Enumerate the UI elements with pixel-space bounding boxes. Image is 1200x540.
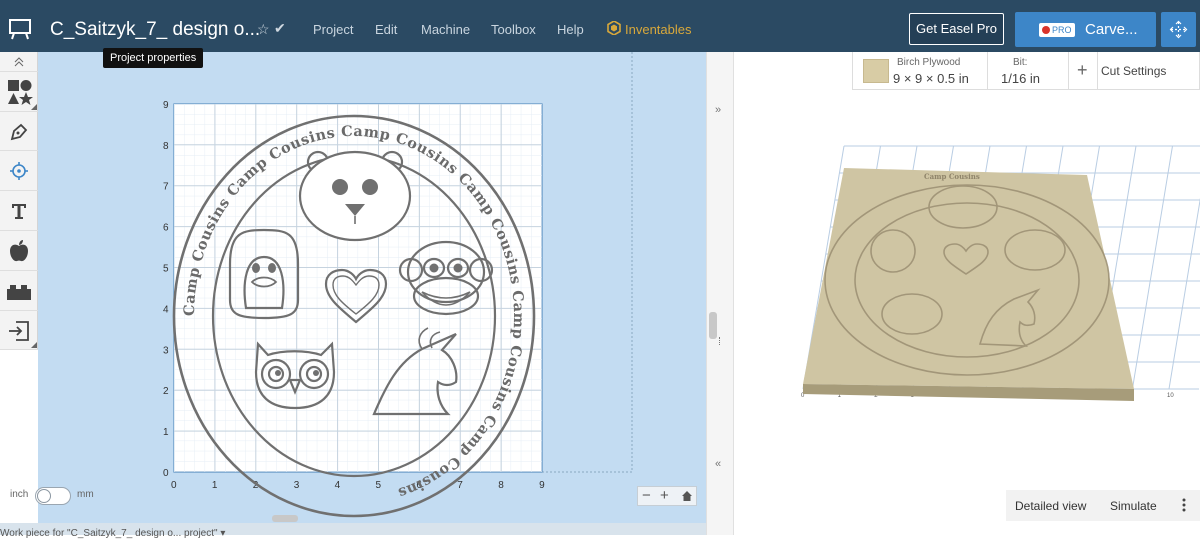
carve-button[interactable]: PRO Carve... <box>1015 12 1156 47</box>
material-name[interactable]: Birch Plywood <box>897 57 960 68</box>
x-tick-label: 9 <box>539 480 545 491</box>
collapse-tools-button[interactable] <box>0 52 38 72</box>
menu-inventables[interactable]: Inventables <box>625 22 692 37</box>
unit-label-inch: inch <box>10 489 29 500</box>
preview-ring-text: Camp Cousins <box>924 172 980 181</box>
zoom-out-button[interactable]: − <box>642 487 651 505</box>
y-tick-label: 1 <box>163 427 169 438</box>
divider-grip[interactable] <box>719 337 722 345</box>
expand-right-icon[interactable]: » <box>715 104 721 116</box>
horizontal-scroll-thumb[interactable] <box>272 515 298 522</box>
zoom-in-button[interactable]: + <box>660 487 669 505</box>
target-tool[interactable] <box>0 151 38 191</box>
design-canvas[interactable]: 0123456789 0123456789 Camp Cousins Camp … <box>38 52 706 523</box>
vertical-scroll-thumb[interactable] <box>709 312 717 339</box>
cut-settings-button[interactable]: Cut Settings <box>1101 64 1166 78</box>
check-icon: ✔ <box>274 20 286 36</box>
home-icon[interactable] <box>681 490 693 502</box>
y-tick-label: 8 <box>163 141 169 152</box>
x-tick-label: 8 <box>498 480 504 491</box>
material-size[interactable]: 9 × 9 × 0.5 in <box>893 71 969 86</box>
apps-tool[interactable] <box>0 231 38 271</box>
x-tick-label: 7 <box>457 480 463 491</box>
menu-edit[interactable]: Edit <box>375 22 397 37</box>
y-tick-label: 5 <box>163 264 169 275</box>
inventables-hex-icon <box>607 21 621 35</box>
detailed-view-button[interactable]: Detailed view <box>1015 499 1086 513</box>
menu-help[interactable]: Help <box>557 22 584 37</box>
target-icon <box>10 162 28 180</box>
material-bar: Birch Plywood 9 × 9 × 0.5 in Bit: 1/16 i… <box>852 52 1200 90</box>
x-tick-label: 0 <box>171 480 177 491</box>
expand-left-icon[interactable]: « <box>715 458 721 470</box>
y-tick-label: 3 <box>163 345 169 356</box>
panel-divider[interactable]: » « <box>706 52 734 535</box>
parts-tool[interactable] <box>0 271 38 311</box>
3d-preview[interactable]: 012345678910 Camp Cousins <box>734 52 1200 535</box>
more-options-icon[interactable] <box>1177 497 1191 513</box>
preview-panel: 012345678910 Camp Cousins <box>734 52 1200 535</box>
workpiece-selector[interactable]: Work piece for "C_Saitzyk_7_ design o...… <box>0 528 225 539</box>
import-tool[interactable] <box>0 311 38 350</box>
y-tick-label: 4 <box>163 304 169 315</box>
pen-tool[interactable] <box>0 112 38 151</box>
import-icon <box>9 321 29 341</box>
zoom-controls: − + <box>637 486 697 506</box>
wood-board <box>803 168 1134 389</box>
y-tick-label: 7 <box>163 182 169 193</box>
star-icon[interactable]: ☆ <box>257 21 270 38</box>
unit-toggle[interactable] <box>35 487 71 505</box>
material-swatch[interactable] <box>863 59 889 83</box>
pen-icon <box>10 123 28 141</box>
menu-machine[interactable]: Machine <box>421 22 470 37</box>
alert-dot-icon <box>1042 26 1050 34</box>
view-bar: Detailed view Simulate <box>1006 490 1200 521</box>
bit-label: Bit: <box>1013 57 1028 68</box>
x-tick-label: 4 <box>335 480 341 491</box>
y-tick-label: 2 <box>163 386 169 397</box>
menu-toolbox[interactable]: Toolbox <box>491 22 536 37</box>
bear-shape <box>298 150 412 242</box>
simulate-button[interactable]: Simulate <box>1110 499 1157 513</box>
add-bit-button[interactable]: + <box>1077 60 1088 81</box>
expand-button[interactable] <box>1161 12 1196 47</box>
y-tick-label: 9 <box>163 100 169 111</box>
apple-icon <box>10 240 28 262</box>
lego-icon <box>7 285 31 300</box>
x-tick-label: 1 <box>212 480 218 491</box>
chevron-up-icon <box>14 57 24 67</box>
unit-label-mm: mm <box>77 489 94 500</box>
top-bar: C_Saitzyk_7_ design o... ☆ ✔ Project Edi… <box>0 0 1200 52</box>
shapes-tool[interactable] <box>0 72 38 112</box>
pro-badge: PRO <box>1039 23 1075 37</box>
y-tick-label: 0 <box>163 468 169 479</box>
easel-logo-icon[interactable] <box>8 16 32 40</box>
get-easel-pro-button[interactable]: Get Easel Pro <box>909 13 1004 45</box>
menu-project[interactable]: Project <box>313 22 353 37</box>
design-workspace[interactable]: 0123456789 0123456789 Camp Cousins Camp … <box>38 52 706 523</box>
bit-value[interactable]: 1/16 in <box>1001 71 1040 86</box>
carve-label: Carve... <box>1085 21 1138 38</box>
tooltip: Project properties <box>103 48 204 68</box>
y-tick-label: 6 <box>163 223 169 234</box>
text-tool[interactable] <box>0 191 38 231</box>
shapes-icon <box>8 80 33 105</box>
tool-strip <box>0 52 38 350</box>
x-tick-label: 5 <box>376 480 382 491</box>
x-tick-label: 3 <box>294 480 300 491</box>
project-title[interactable]: C_Saitzyk_7_ design o... <box>50 19 260 41</box>
expand-arrows-icon <box>1169 20 1188 39</box>
text-icon <box>12 204 26 219</box>
preview-tick-label: 10 <box>1167 393 1174 399</box>
toggle-knob <box>37 489 51 503</box>
